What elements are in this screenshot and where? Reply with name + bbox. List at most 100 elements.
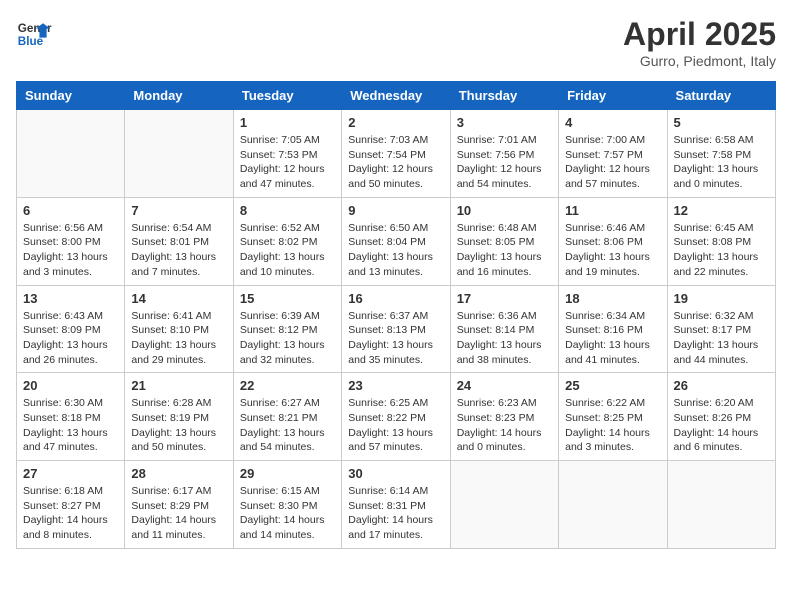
day-number: 19 xyxy=(674,291,769,306)
day-number: 25 xyxy=(565,378,660,393)
calendar-cell: 23 Sunrise: 6:25 AMSunset: 8:22 PMDayligh… xyxy=(342,373,450,461)
calendar-cell xyxy=(125,110,233,198)
calendar-cell: 27 Sunrise: 6:18 AMSunset: 8:27 PMDayligh… xyxy=(17,461,125,549)
calendar-week-4: 20 Sunrise: 6:30 AMSunset: 8:18 PMDayligh… xyxy=(17,373,776,461)
day-number: 12 xyxy=(674,203,769,218)
day-header-saturday: Saturday xyxy=(667,82,775,110)
day-number: 4 xyxy=(565,115,660,130)
day-info: Sunrise: 6:14 AMSunset: 8:31 PMDaylight:… xyxy=(348,484,443,543)
calendar-cell: 22 Sunrise: 6:27 AMSunset: 8:21 PMDayligh… xyxy=(233,373,341,461)
calendar-table: SundayMondayTuesdayWednesdayThursdayFrid… xyxy=(16,81,776,549)
calendar-cell: 9 Sunrise: 6:50 AMSunset: 8:04 PMDaylight… xyxy=(342,197,450,285)
day-number: 23 xyxy=(348,378,443,393)
day-number: 24 xyxy=(457,378,552,393)
title-block: April 2025 Gurro, Piedmont, Italy xyxy=(623,16,776,69)
day-info: Sunrise: 6:52 AMSunset: 8:02 PMDaylight:… xyxy=(240,221,335,280)
day-info: Sunrise: 6:45 AMSunset: 8:08 PMDaylight:… xyxy=(674,221,769,280)
day-info: Sunrise: 6:34 AMSunset: 8:16 PMDaylight:… xyxy=(565,309,660,368)
day-info: Sunrise: 6:18 AMSunset: 8:27 PMDaylight:… xyxy=(23,484,118,543)
day-number: 8 xyxy=(240,203,335,218)
calendar-cell: 20 Sunrise: 6:30 AMSunset: 8:18 PMDayligh… xyxy=(17,373,125,461)
day-header-wednesday: Wednesday xyxy=(342,82,450,110)
day-info: Sunrise: 6:28 AMSunset: 8:19 PMDaylight:… xyxy=(131,396,226,455)
day-number: 10 xyxy=(457,203,552,218)
day-info: Sunrise: 6:25 AMSunset: 8:22 PMDaylight:… xyxy=(348,396,443,455)
calendar-cell xyxy=(667,461,775,549)
calendar-header-row: SundayMondayTuesdayWednesdayThursdayFrid… xyxy=(17,82,776,110)
day-info: Sunrise: 6:43 AMSunset: 8:09 PMDaylight:… xyxy=(23,309,118,368)
day-info: Sunrise: 7:01 AMSunset: 7:56 PMDaylight:… xyxy=(457,133,552,192)
calendar-cell xyxy=(450,461,558,549)
calendar-week-5: 27 Sunrise: 6:18 AMSunset: 8:27 PMDayligh… xyxy=(17,461,776,549)
month-title: April 2025 xyxy=(623,16,776,53)
calendar-cell: 19 Sunrise: 6:32 AMSunset: 8:17 PMDayligh… xyxy=(667,285,775,373)
calendar-cell: 14Sunrise: 6:41 AMSunset: 8:10 PMDayligh… xyxy=(125,285,233,373)
day-info: Sunrise: 6:30 AMSunset: 8:18 PMDaylight:… xyxy=(23,396,118,455)
day-info: Sunrise: 6:23 AMSunset: 8:23 PMDaylight:… xyxy=(457,396,552,455)
day-number: 18 xyxy=(565,291,660,306)
day-number: 11 xyxy=(565,203,660,218)
calendar-cell: 1 Sunrise: 7:05 AMSunset: 7:53 PMDaylight… xyxy=(233,110,341,198)
calendar-cell xyxy=(17,110,125,198)
calendar-cell: 28 Sunrise: 6:17 AMSunset: 8:29 PMDayligh… xyxy=(125,461,233,549)
calendar-cell xyxy=(559,461,667,549)
day-info: Sunrise: 6:17 AMSunset: 8:29 PMDaylight:… xyxy=(131,484,226,543)
day-number: 28 xyxy=(131,466,226,481)
calendar-cell: 24 Sunrise: 6:23 AMSunset: 8:23 PMDayligh… xyxy=(450,373,558,461)
calendar-cell: 25 Sunrise: 6:22 AMSunset: 8:25 PMDayligh… xyxy=(559,373,667,461)
day-header-monday: Monday xyxy=(125,82,233,110)
calendar-cell: 3 Sunrise: 7:01 AMSunset: 7:56 PMDaylight… xyxy=(450,110,558,198)
day-number: 20 xyxy=(23,378,118,393)
day-number: 16 xyxy=(348,291,443,306)
day-info: Sunrise: 6:22 AMSunset: 8:25 PMDaylight:… xyxy=(565,396,660,455)
calendar-cell: 13 Sunrise: 6:43 AMSunset: 8:09 PMDayligh… xyxy=(17,285,125,373)
day-number: 5 xyxy=(674,115,769,130)
day-number: 14 xyxy=(131,291,226,306)
day-number: 3 xyxy=(457,115,552,130)
page-header: General Blue April 2025 Gurro, Piedmont,… xyxy=(16,16,776,69)
day-info: Sunrise: 6:58 AMSunset: 7:58 PMDaylight:… xyxy=(674,133,769,192)
calendar-cell: 30 Sunrise: 6:14 AMSunset: 8:31 PMDayligh… xyxy=(342,461,450,549)
day-number: 2 xyxy=(348,115,443,130)
logo-icon: General Blue xyxy=(16,16,52,52)
calendar-cell: 29Sunrise: 6:15 AMSunset: 8:30 PMDayligh… xyxy=(233,461,341,549)
day-number: 26 xyxy=(674,378,769,393)
day-info: Sunrise: 6:48 AMSunset: 8:05 PMDaylight:… xyxy=(457,221,552,280)
day-info: Sunrise: 7:03 AMSunset: 7:54 PMDaylight:… xyxy=(348,133,443,192)
day-header-thursday: Thursday xyxy=(450,82,558,110)
day-number: 9 xyxy=(348,203,443,218)
day-number: 21 xyxy=(131,378,226,393)
day-info: Sunrise: 6:32 AMSunset: 8:17 PMDaylight:… xyxy=(674,309,769,368)
calendar-cell: 21 Sunrise: 6:28 AMSunset: 8:19 PMDayligh… xyxy=(125,373,233,461)
day-info: Sunrise: 6:27 AMSunset: 8:21 PMDaylight:… xyxy=(240,396,335,455)
calendar-cell: 15Sunrise: 6:39 AMSunset: 8:12 PMDayligh… xyxy=(233,285,341,373)
day-number: 27 xyxy=(23,466,118,481)
calendar-week-1: 1 Sunrise: 7:05 AMSunset: 7:53 PMDaylight… xyxy=(17,110,776,198)
day-number: 7 xyxy=(131,203,226,218)
day-number: 1 xyxy=(240,115,335,130)
calendar-cell: 2 Sunrise: 7:03 AMSunset: 7:54 PMDaylight… xyxy=(342,110,450,198)
calendar-cell: 16Sunrise: 6:37 AMSunset: 8:13 PMDayligh… xyxy=(342,285,450,373)
calendar-cell: 5 Sunrise: 6:58 AMSunset: 7:58 PMDaylight… xyxy=(667,110,775,198)
logo: General Blue xyxy=(16,16,52,52)
calendar-cell: 26Sunrise: 6:20 AMSunset: 8:26 PMDayligh… xyxy=(667,373,775,461)
day-number: 22 xyxy=(240,378,335,393)
day-info: Sunrise: 7:00 AMSunset: 7:57 PMDaylight:… xyxy=(565,133,660,192)
calendar-cell: 4 Sunrise: 7:00 AMSunset: 7:57 PMDaylight… xyxy=(559,110,667,198)
day-number: 30 xyxy=(348,466,443,481)
day-number: 6 xyxy=(23,203,118,218)
calendar-cell: 12 Sunrise: 6:45 AMSunset: 8:08 PMDayligh… xyxy=(667,197,775,285)
day-header-tuesday: Tuesday xyxy=(233,82,341,110)
day-info: Sunrise: 6:50 AMSunset: 8:04 PMDaylight:… xyxy=(348,221,443,280)
calendar-cell: 18 Sunrise: 6:34 AMSunset: 8:16 PMDayligh… xyxy=(559,285,667,373)
day-info: Sunrise: 7:05 AMSunset: 7:53 PMDaylight:… xyxy=(240,133,335,192)
day-number: 13 xyxy=(23,291,118,306)
day-number: 17 xyxy=(457,291,552,306)
calendar-week-3: 13 Sunrise: 6:43 AMSunset: 8:09 PMDayligh… xyxy=(17,285,776,373)
calendar-cell: 17 Sunrise: 6:36 AMSunset: 8:14 PMDayligh… xyxy=(450,285,558,373)
day-header-sunday: Sunday xyxy=(17,82,125,110)
calendar-cell: 7Sunrise: 6:54 AMSunset: 8:01 PMDaylight… xyxy=(125,197,233,285)
day-info: Sunrise: 6:36 AMSunset: 8:14 PMDaylight:… xyxy=(457,309,552,368)
calendar-cell: 11 Sunrise: 6:46 AMSunset: 8:06 PMDayligh… xyxy=(559,197,667,285)
day-info: Sunrise: 6:46 AMSunset: 8:06 PMDaylight:… xyxy=(565,221,660,280)
